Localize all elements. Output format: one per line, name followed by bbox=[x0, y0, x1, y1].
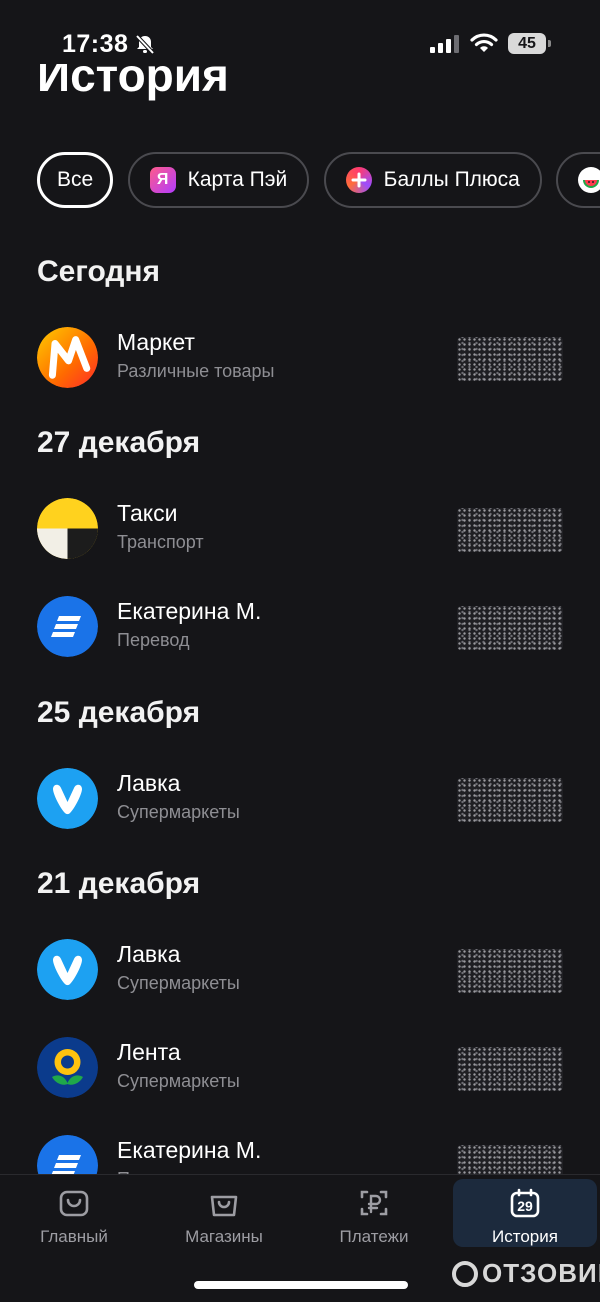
transaction-name: Екатерина М. bbox=[117, 598, 262, 624]
lavka-logo bbox=[37, 768, 98, 829]
status-time: 17:38 bbox=[62, 30, 129, 58]
transaction-amount-blurred bbox=[457, 778, 563, 822]
transaction-category: Перевод bbox=[117, 630, 190, 650]
transaction-category: Транспорт bbox=[117, 532, 204, 552]
transaction-name: Екатерина М. bbox=[117, 1137, 262, 1163]
transaction-name: Лавка bbox=[117, 770, 181, 796]
home-indicator bbox=[194, 1281, 408, 1289]
tab-shops[interactable]: Магазины bbox=[152, 1179, 296, 1247]
plus-points-icon bbox=[345, 167, 372, 193]
filter-chip-split[interactable]: Сп bbox=[556, 152, 600, 208]
tab-label: Платежи bbox=[339, 1227, 409, 1246]
watermark: ОТЗОВИК bbox=[452, 1258, 600, 1289]
signal-icon bbox=[430, 35, 459, 53]
transaction-name: Лавка bbox=[117, 941, 181, 967]
section-date-dec-27: 27 декабря bbox=[37, 426, 201, 459]
filter-chip-karta-pay[interactable]: Я Карта Пэй bbox=[127, 152, 310, 208]
watermark-text: ОТЗОВИК bbox=[482, 1258, 600, 1288]
filter-chips: Все Я Карта Пэй Баллы Плюса Сп bbox=[37, 152, 600, 212]
transaction-category: Различные товары bbox=[117, 361, 275, 381]
transaction-row[interactable]: Лента Супермаркеты bbox=[37, 1037, 563, 1099]
taxi-logo bbox=[37, 498, 98, 559]
transfer-logo bbox=[37, 596, 98, 657]
calendar-day-badge: 29 bbox=[517, 1198, 533, 1214]
yandex-pay-icon: Я bbox=[149, 167, 176, 193]
tab-label: Главный bbox=[40, 1227, 108, 1246]
tab-payments[interactable]: Платежи bbox=[302, 1179, 446, 1247]
wifi-icon bbox=[470, 33, 498, 52]
transaction-row[interactable]: Екатерина М. Перевод bbox=[37, 596, 563, 658]
section-date-today: Сегодня bbox=[37, 255, 161, 288]
tab-home[interactable]: Главный bbox=[2, 1179, 146, 1247]
battery-indicator: 45 bbox=[508, 33, 551, 54]
page-title: История bbox=[37, 64, 229, 101]
transaction-category: Супермаркеты bbox=[117, 973, 240, 993]
chip-label: Все bbox=[57, 168, 94, 191]
section-date-dec-25: 25 декабря bbox=[37, 696, 201, 729]
tab-label: История bbox=[492, 1227, 558, 1246]
calendar-icon: 29 bbox=[510, 1188, 540, 1218]
tab-label: Магазины bbox=[185, 1227, 263, 1246]
transaction-name: Маркет bbox=[117, 329, 195, 355]
market-logo bbox=[37, 327, 98, 388]
home-icon bbox=[59, 1190, 89, 1217]
filter-chip-plus-points[interactable]: Баллы Плюса bbox=[323, 152, 542, 208]
transaction-category: Супермаркеты bbox=[117, 1071, 240, 1091]
transaction-amount-blurred bbox=[457, 1047, 563, 1091]
lenta-logo bbox=[37, 1037, 98, 1098]
transaction-amount-blurred bbox=[457, 337, 563, 381]
filter-chip-all[interactable]: Все bbox=[37, 152, 114, 208]
transaction-amount-blurred bbox=[457, 949, 563, 993]
transaction-name: Лента bbox=[117, 1039, 181, 1065]
transaction-row[interactable]: Лавка Супермаркеты bbox=[37, 768, 563, 830]
tab-history[interactable]: 29 История bbox=[453, 1179, 597, 1247]
transaction-name: Такси bbox=[117, 500, 178, 526]
chip-label: Баллы Плюса bbox=[383, 168, 520, 191]
chip-label: Карта Пэй bbox=[187, 168, 288, 191]
transaction-amount-blurred bbox=[457, 508, 563, 552]
transaction-row[interactable]: Такси Транспорт bbox=[37, 498, 563, 560]
otzovik-logo-icon bbox=[452, 1260, 478, 1287]
split-icon bbox=[578, 167, 600, 193]
ruble-icon bbox=[360, 1190, 388, 1216]
lavka-logo bbox=[37, 939, 98, 1000]
bell-muted-icon bbox=[135, 34, 155, 55]
transaction-row[interactable]: Лавка Супермаркеты bbox=[37, 939, 563, 1001]
transaction-amount-blurred bbox=[457, 606, 563, 650]
transaction-row[interactable]: Маркет Различные товары bbox=[37, 327, 563, 389]
shopping-bag-icon bbox=[210, 1195, 238, 1217]
section-date-dec-21: 21 декабря bbox=[37, 867, 201, 900]
transaction-category: Супермаркеты bbox=[117, 802, 240, 822]
